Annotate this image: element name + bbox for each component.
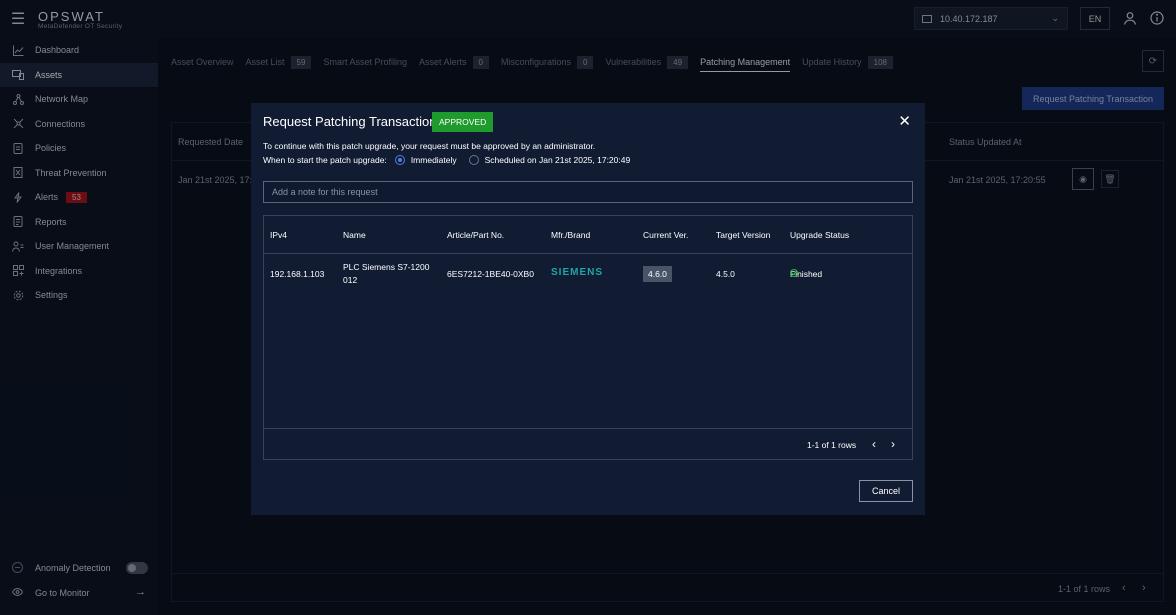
cell-name-line1: PLC Siemens S7-1200 [343,262,430,272]
start-time-label: When to start the patch upgrade: [263,155,387,165]
col-ipv4: IPv4 [270,230,288,240]
modal-title: Request Patching Transaction [263,114,437,129]
col-target-ver: Target Version [716,230,771,240]
col-current-ver: Current Ver. [643,230,689,240]
cancel-button[interactable]: Cancel [859,480,913,502]
cell-name-line2: 012 [343,275,358,285]
table-header: IPv4 Name Article/Part No. Mfr./Brand Cu… [264,216,912,254]
col-name: Name [343,230,366,240]
siemens-logo: SIEMENS [551,267,604,278]
approval-info: To continue with this patch upgrade, you… [263,141,596,151]
prev-page-icon[interactable]: ‹ [872,437,876,451]
request-patching-modal: Request Patching Transaction APPROVED ✕ … [251,103,925,515]
table-row[interactable]: 192.168.1.103 PLC Siemens S7-1200 012 6E… [264,254,912,294]
start-time-options: When to start the patch upgrade: Immedia… [263,155,630,165]
radio-scheduled[interactable] [468,155,479,165]
col-upgrade-status: Upgrade Status [790,230,850,240]
check-circle-icon [790,269,798,277]
table-footer: 1-1 of 1 rows ‹ › [264,428,912,459]
pagination-text: 1-1 of 1 rows [807,440,857,450]
close-icon[interactable]: ✕ [898,112,911,130]
next-page-icon[interactable]: › [891,437,895,451]
option-scheduled-label: Scheduled on Jan 21st 2025, 17:20:49 [484,155,631,165]
status-badge: APPROVED [432,112,494,132]
cell-current-ver: 4.6.0 [643,266,672,282]
cell-upgrade-status: Finished [790,269,822,279]
radio-immediately[interactable] [394,155,405,165]
cell-name: PLC Siemens S7-1200 012 [343,262,429,285]
option-immediately-label: Immediately [410,155,457,165]
col-brand: Mfr./Brand [551,230,591,240]
asset-table: IPv4 Name Article/Part No. Mfr./Brand Cu… [263,215,913,460]
note-input[interactable] [263,181,913,203]
cell-ipv4: 192.168.1.103 [270,269,325,279]
col-part-no: Article/Part No. [447,230,505,240]
cell-target-ver: 4.5.0 [716,269,735,279]
cell-part-no: 6ES7212-1BE40-0XB0 [447,269,534,279]
